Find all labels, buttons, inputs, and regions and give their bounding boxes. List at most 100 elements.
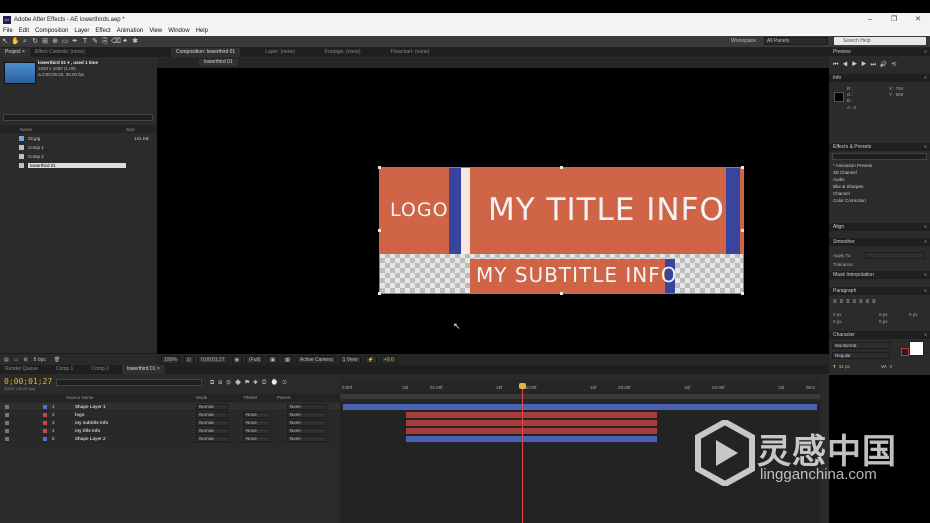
project-search-input[interactable] [3,114,153,121]
menu-animation[interactable]: Animation [114,28,147,34]
menu-help[interactable]: Help [193,28,211,34]
menu-effect[interactable]: Effect [92,28,113,34]
menu-edit[interactable]: Edit [16,28,32,34]
tracking-field[interactable]: VA 0 [881,364,892,369]
indent-first[interactable]: 0 px [833,319,842,324]
effects-search-input[interactable] [832,153,927,160]
interpret-footage-icon[interactable]: ▤ [4,357,9,363]
layer-bar-shape-layer-2[interactable] [406,436,657,442]
effects-item[interactable]: Blur & Sharpen [833,184,864,189]
effects-item[interactable]: 3D Channel [833,170,857,175]
track-matte-select[interactable]: None [243,436,271,442]
label-color-swatch[interactable] [43,421,47,425]
effects-item[interactable]: * Animation Presets [833,163,872,168]
mask-interpolation-header[interactable]: Mask Interpolation ≡ [829,271,930,279]
tab-project[interactable]: Project × [0,48,30,57]
menu-view[interactable]: View [146,28,165,34]
track-matte-select[interactable]: None [243,420,271,426]
zoom-tool-icon[interactable]: ⌕ [21,38,29,46]
menu-file[interactable]: File [0,28,16,34]
layer-row[interactable]: 1 Shape Layer 1 Normal None [0,403,340,411]
project-item-selected[interactable]: lowerthird 01 [0,162,157,169]
tab-composition[interactable]: Composition: lowerthird 01 [171,48,241,57]
project-item[interactable]: Comp 1 [0,144,157,151]
effects-item[interactable]: Audio [833,177,845,182]
workspace-select[interactable]: All Panels [764,37,828,45]
minimize-button[interactable]: – [858,13,882,26]
menu-window[interactable]: Window [165,28,192,34]
parent-select[interactable]: None [287,420,327,426]
transform-handle[interactable] [741,229,744,232]
blend-mode-select[interactable]: Normal [196,404,228,410]
visibility-icon[interactable] [5,429,9,433]
paragraph-align-icons[interactable]: ≡≡≡≡≡≡≡ [833,299,879,305]
rotate-tool-icon[interactable]: ↻ [31,38,39,46]
snapshot-icon[interactable]: ◉ [231,355,243,364]
label-color-swatch[interactable] [43,437,47,441]
lower-third-graphic[interactable]: LOGO MY TITLE INFO MY SUBTITLE INFO [378,166,744,295]
stroke-color-swatch[interactable] [901,348,909,356]
eraser-tool-icon[interactable]: ⌫ [111,38,121,46]
new-composition-icon[interactable]: ⊞ [23,357,27,363]
work-area-bar[interactable] [340,394,820,399]
current-time-indicator-head[interactable] [519,383,526,389]
transform-handle[interactable] [741,166,744,169]
blend-mode-select[interactable]: Normal [196,428,228,434]
paragraph-panel-header[interactable]: Paragraph ≡ [829,287,930,295]
visibility-icon[interactable] [5,421,9,425]
transform-handle[interactable] [560,166,563,169]
menu-layer[interactable]: Layer [71,28,92,34]
space-before[interactable]: 0 px [909,312,918,317]
parent-select[interactable]: None [287,412,327,418]
layer-row[interactable]: 4 my title info Normal None None [0,427,340,435]
viewer-timecode[interactable]: 0;00;01;27 [198,355,228,364]
transform-handle[interactable] [378,166,381,169]
clone-tool-icon[interactable]: ⎘ [101,38,109,46]
parent-select[interactable]: None [287,404,327,410]
transform-handle[interactable] [378,292,381,295]
visibility-icon[interactable] [5,437,9,441]
tab-comp-1[interactable]: Comp 1 [51,365,79,374]
timeline-search-input[interactable] [56,379,202,386]
layer-bar-subtitle[interactable] [406,420,657,426]
smoother-panel-header[interactable]: Smoother ≡ [829,238,930,246]
fill-color-swatch[interactable] [909,341,924,356]
brush-tool-icon[interactable]: ✎ [91,38,99,46]
selection-tool-icon[interactable]: ↖ [1,38,9,46]
exposure-value[interactable]: +0.0 [380,355,397,364]
track-matte-select[interactable]: None [243,428,271,434]
layer-row[interactable]: 2 logo Normal None None [0,411,340,419]
tab-layer[interactable]: Layer: (none) [260,48,300,57]
time-ruler[interactable]: 0:00f 15f 01:00f 15f 02:00f 15f 03:00f 1… [340,379,820,401]
preview-panel-header[interactable]: Preview ≡ [829,48,930,56]
zoom-select[interactable]: 100% [161,355,180,364]
transform-handle[interactable] [741,292,744,295]
hand-tool-icon[interactable]: ✋ [11,38,20,46]
effects-item[interactable]: Channel [833,191,850,196]
menu-composition[interactable]: Composition [32,28,71,34]
current-time-display[interactable]: 0;00;01;27 [4,377,52,386]
parent-select[interactable]: None [287,436,327,442]
effects-item[interactable]: Color Correction [833,198,866,203]
blend-mode-select[interactable]: Normal [196,420,228,426]
font-size-field[interactable]: T 31 px [833,364,850,369]
label-color-swatch[interactable] [43,429,47,433]
column-size[interactable]: Size [126,127,135,132]
rectangle-tool-icon[interactable]: ▭ [61,38,69,46]
safe-zones-icon[interactable]: ⊡ [183,355,194,364]
camera-tool-icon[interactable]: ⊞ [41,38,49,46]
type-tool-icon[interactable]: T [81,38,89,46]
pen-tool-icon[interactable]: ✒ [71,38,79,46]
transform-handle[interactable] [560,292,563,295]
column-trkmat[interactable]: TrkMat [243,395,257,400]
smoother-apply-select[interactable] [865,252,925,259]
layer-bar-shape-layer-1[interactable] [343,404,817,410]
roto-tool-icon[interactable]: ✦ [121,38,129,46]
timeline-switch-icons[interactable]: ⧉⊞⚙◆⚑✱◎⌚⊙ [210,379,291,387]
tab-flowchart[interactable]: Flowchart: (none) [386,48,435,57]
font-family-select[interactable]: Montserrat [832,342,890,349]
trash-icon[interactable]: 🗑 [54,357,60,363]
blend-mode-select[interactable]: Normal [196,412,228,418]
close-button[interactable]: ✕ [906,13,930,26]
align-panel-header[interactable]: Align ≡ [829,223,930,231]
